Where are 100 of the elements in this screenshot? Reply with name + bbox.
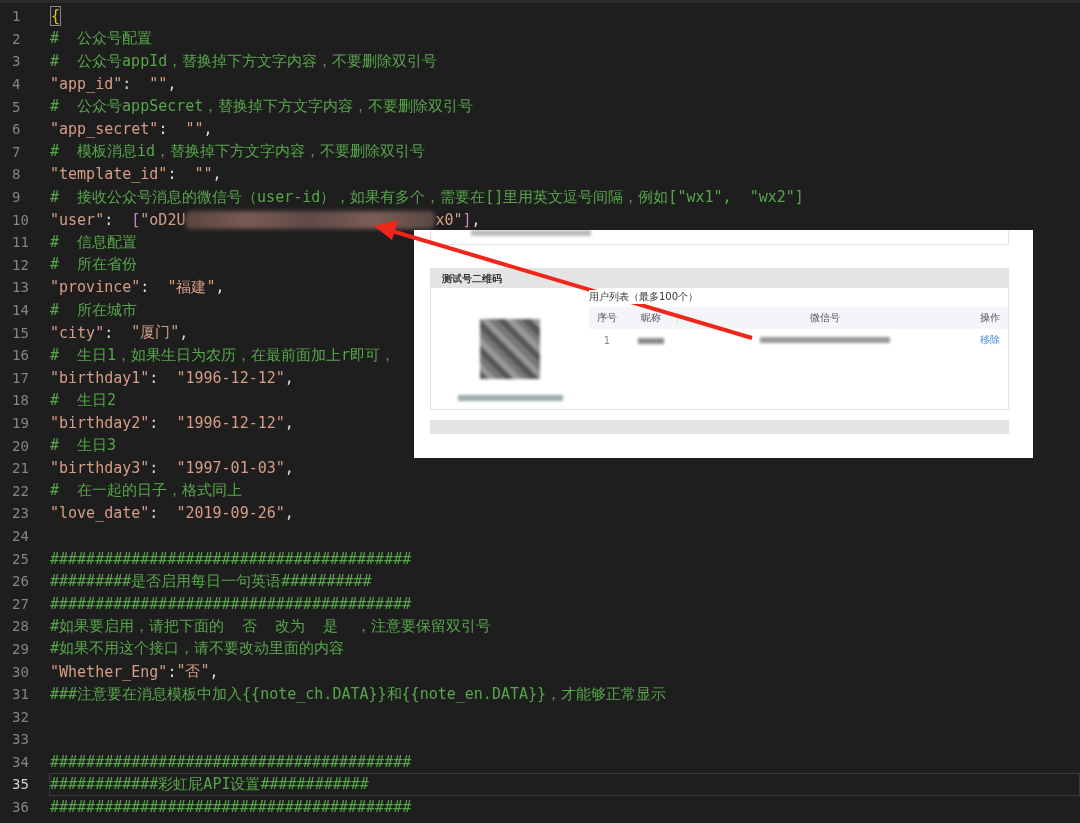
code-text: ########################################: [50, 752, 412, 771]
line-number: 2: [11, 30, 22, 47]
code-text: # 生日2: [50, 390, 117, 410]
line-number: 17: [11, 369, 30, 386]
code-text: ,: [471, 210, 481, 229]
line-number: 31: [11, 686, 30, 703]
code-text: ,: [167, 75, 177, 94]
code-text: "": [185, 120, 204, 139]
code-text: # 公众号配置: [50, 29, 153, 49]
line-number: 3: [11, 53, 22, 70]
line-number: 27: [11, 595, 30, 612]
code-text: #如果要启用，请把下面的 否 改为 是 ，注意要保留双引号: [50, 616, 492, 636]
table-cell-text: 1: [602, 334, 612, 346]
code-text: "city": [50, 323, 105, 342]
code-text: ,: [215, 278, 225, 297]
section-title: 测试号二维码: [431, 269, 1008, 288]
line-number: 23: [11, 505, 30, 522]
code-text: "1996-12-12": [176, 414, 285, 432]
code-text: # 公众号appSecret，替换掉下方文字内容，不要删除双引号: [50, 97, 474, 117]
code-text: ,: [284, 368, 294, 387]
line-number: 26: [11, 573, 30, 590]
code-text: ########################################: [50, 798, 412, 817]
code-text: "template_id": [50, 165, 168, 184]
line-number: 13: [11, 279, 30, 296]
code-text: # 信息配置: [50, 232, 138, 252]
code-text: # 生日3: [50, 436, 117, 456]
code-text: ,: [209, 662, 219, 681]
line-number: 30: [11, 663, 30, 680]
code-text: "福建": [167, 277, 216, 297]
code-text: "birthday3": [50, 459, 150, 478]
line-number: 20: [11, 437, 30, 454]
code-text: "1997-01-03": [176, 459, 285, 478]
code-text: # 生日1，如果生日为农历，在最前面加上r即可，: [50, 345, 396, 365]
code-text: ,: [212, 165, 222, 184]
code-text: :: [149, 368, 160, 387]
line-number: 19: [11, 415, 30, 431]
code-text: :: [140, 278, 151, 297]
code-text: # 所在城市: [50, 300, 138, 320]
line-number: 5: [11, 98, 22, 115]
line-number: 1: [11, 8, 22, 25]
code-text: "": [194, 165, 213, 184]
code-text: ########################################: [50, 549, 412, 568]
column-header: 微信号: [677, 311, 972, 325]
code-text: ###注意要在消息模板中加入{{note_ch.DATA}}和{{note_en.DATA}}，才能够正常显示: [50, 684, 667, 704]
code-text: #########是否启用每日一句英语##########: [50, 571, 372, 591]
code-text: ,: [203, 120, 213, 139]
line-number: 34: [11, 753, 30, 770]
line-number: 33: [11, 731, 30, 748]
code-text: "2019-09-26": [176, 504, 285, 523]
line-number: 21: [11, 460, 30, 477]
code-text: :: [167, 165, 178, 184]
blurred-qr-code: [480, 319, 540, 379]
line-number: 6: [11, 121, 22, 138]
code-text: ########################################: [50, 594, 412, 613]
code-text: ,: [284, 459, 294, 478]
line-number: 18: [11, 392, 30, 409]
code-text: "app_id": [50, 75, 123, 94]
column-header: 序号: [596, 311, 618, 325]
code-text: :: [149, 414, 160, 432]
code-text: "love_date": [50, 504, 150, 523]
code-text: ,: [179, 323, 189, 342]
line-number: 32: [11, 708, 30, 725]
code-text: ,: [284, 504, 294, 523]
code-text: ]: [462, 210, 472, 229]
line-number: 10: [11, 211, 30, 228]
code-text: "birthday1": [50, 368, 150, 387]
code-text: :: [149, 459, 160, 478]
line-number: 8: [11, 166, 22, 183]
code-text: :: [104, 210, 115, 229]
code-text: #如果不用这个接口，请不要改动里面的内容: [50, 639, 345, 659]
code-text: [: [131, 210, 141, 229]
line-number: 36: [11, 799, 30, 816]
code-text: "app_secret": [50, 120, 159, 139]
code-text: "1996-12-12": [176, 368, 285, 387]
column-header: 操作: [979, 311, 1001, 325]
code-text: :: [149, 504, 160, 523]
code-text: # 模板消息id，替换掉下方文字内容，不要删除双引号: [50, 142, 426, 162]
line-number: 29: [11, 640, 30, 657]
code-text: # 所在省份: [50, 255, 138, 275]
code-text: "birthday2": [50, 414, 150, 432]
line-number: 24: [11, 527, 30, 544]
column-header: 昵称: [640, 311, 662, 325]
line-number: 14: [11, 302, 30, 318]
code-text: {: [50, 6, 62, 27]
line-number: 28: [11, 618, 30, 635]
code-text: "Whether_Eng": [50, 662, 168, 681]
code-text: x0": [435, 210, 463, 229]
line-number: 15: [11, 324, 30, 341]
line-number: 12: [11, 256, 30, 273]
line-number: 22: [11, 482, 30, 499]
code-text: # 接收公众号消息的微信号（user-id），如果有多个，需要在[]里用英文逗号间隔，例如["wx1", "wx2"]: [50, 187, 804, 207]
code-text: # 在一起的日子，格式同上: [50, 481, 243, 501]
code-text: "province": [50, 278, 141, 297]
remove-link[interactable]: 移除: [972, 333, 1008, 347]
code-text: :: [167, 662, 177, 681]
line-number: 9: [11, 189, 22, 206]
line-number: 35: [11, 776, 30, 793]
line-number: 11: [11, 234, 30, 251]
line-number: 4: [11, 76, 22, 93]
code-text: "oD2U: [140, 210, 186, 229]
